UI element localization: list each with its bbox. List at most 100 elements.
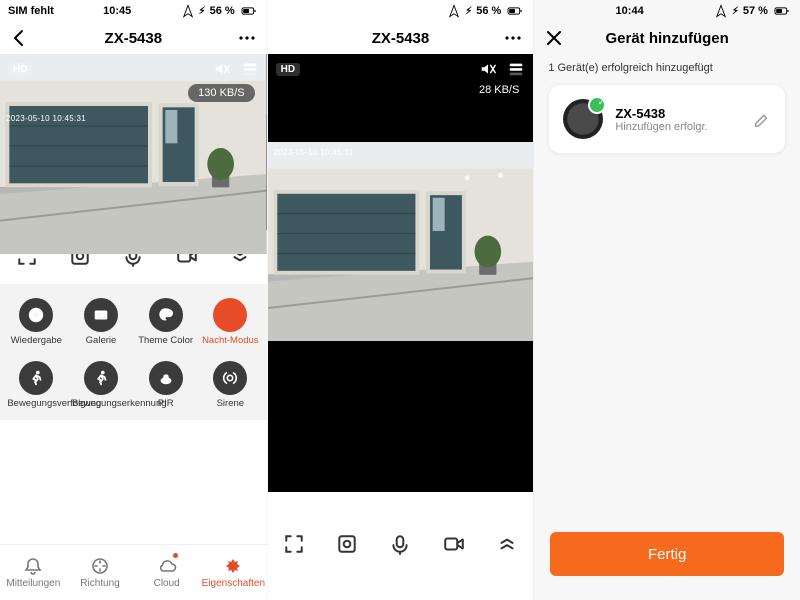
feature-motion-detection[interactable]: Bewegungserkennung	[69, 361, 134, 410]
phone-screen-3: . 10:44 ⚡︎ 57 % Gerät hinzufügen 1 Gerät…	[533, 0, 800, 600]
location-icon	[181, 4, 195, 18]
phone-screen-1: SIM fehlt 10:45 ⚡︎ 56 % ZX-5438 HD 130 K…	[0, 0, 267, 600]
toolbar	[268, 518, 534, 572]
tab-properties[interactable]: Eigenschaften	[200, 545, 267, 600]
record-button[interactable]	[442, 533, 466, 558]
battery-icon	[772, 4, 792, 18]
hd-badge[interactable]: HD	[8, 63, 32, 76]
mute-icon[interactable]	[479, 60, 497, 78]
more-icon[interactable]	[503, 28, 523, 48]
mic-icon	[389, 533, 411, 555]
pir-icon	[157, 369, 175, 387]
bitrate-text: 28 KB/S	[479, 84, 519, 96]
device-card[interactable]: ✓ ZX-5438 Hinzufügen erfolgr.	[548, 84, 786, 154]
camera-feed-image	[268, 142, 534, 341]
page-title: Gerät hinzufügen	[564, 30, 770, 47]
hd-badge[interactable]: HD	[276, 63, 300, 76]
page-title: ZX-5438	[298, 30, 504, 47]
feature-panel: Wiedergabe Galerie Theme Color Nacht-Mod…	[0, 284, 267, 420]
location-icon	[447, 4, 461, 18]
feature-pir-label: PIR	[158, 399, 174, 410]
feature-gallery-label: Galerie	[86, 336, 117, 347]
snapshot-button[interactable]	[335, 533, 359, 558]
fullscreen-icon	[283, 533, 305, 555]
letterbox-top: HD 28 KB/S	[268, 54, 534, 142]
phone-screen-2: . 10:45 ⚡︎ 56 % ZX-5438 HD 28 KB/S 2023-…	[267, 0, 534, 600]
feature-night-mode[interactable]: Nacht-Modus	[198, 298, 263, 347]
record-icon	[443, 533, 465, 555]
expand-icon	[496, 533, 518, 555]
camera-live-view[interactable]: HD 130 KB/S 2023-05-10 10:45:31	[0, 54, 267, 230]
expand-panel-button[interactable]	[495, 533, 519, 558]
status-bar: . 10:44 ⚡︎ 57 %	[534, 0, 800, 22]
done-button-label: Fertig	[648, 546, 686, 563]
tab-notifications-label: Mitteilungen	[6, 578, 60, 589]
feature-playback-label: Wiedergabe	[11, 336, 62, 347]
feature-theme-label: Theme Color	[138, 336, 193, 347]
status-right: ⚡︎ 57 %	[714, 4, 792, 18]
mute-icon[interactable]	[213, 60, 231, 78]
dpad-icon	[90, 556, 110, 576]
osd-timestamp: 2023-05-10 10:45:31	[6, 114, 86, 123]
tab-cloud[interactable]: Cloud	[133, 545, 200, 600]
feature-theme[interactable]: Theme Color	[133, 298, 198, 347]
success-message: 1 Gerät(e) erfolgreich hinzugefügt	[548, 62, 786, 74]
nav-bar: ZX-5438	[0, 22, 267, 54]
status-right: ⚡︎ 56 %	[181, 4, 259, 18]
cloud-icon	[157, 556, 177, 576]
check-icon: ✓	[598, 97, 606, 108]
channel-list-icon[interactable]	[507, 60, 525, 78]
device-thumb: ✓	[563, 99, 603, 139]
osd-timestamp: 2023-05-10 10:45:31	[274, 148, 354, 157]
pencil-icon[interactable]	[753, 110, 771, 128]
more-icon[interactable]	[237, 28, 257, 48]
gallery-icon	[92, 306, 110, 324]
siren-icon	[221, 369, 239, 387]
feature-gallery[interactable]: Galerie	[69, 298, 134, 347]
tab-direction-label: Richtung	[80, 578, 119, 589]
device-name: ZX-5438	[615, 106, 741, 121]
feature-siren-label: Sirene	[217, 399, 244, 410]
tab-notifications[interactable]: Mitteilungen	[0, 545, 67, 600]
battery-label: 56 %	[476, 5, 501, 17]
battery-label: 56 %	[210, 5, 235, 17]
device-subtitle: Hinzufügen erfolgr.	[615, 121, 741, 133]
status-bar: SIM fehlt 10:45 ⚡︎ 56 %	[0, 0, 267, 22]
clock-label: 10:45	[103, 5, 131, 17]
bell-icon	[23, 556, 43, 576]
nav-bar: ZX-5438	[268, 22, 534, 54]
feature-pir[interactable]: PIR	[133, 361, 198, 410]
clock-label: 10:44	[616, 5, 644, 17]
battery-icon	[505, 4, 525, 18]
palette-icon	[157, 306, 175, 324]
page-title: ZX-5438	[30, 30, 237, 47]
feature-track-label: Bewegungsverfolgung	[7, 399, 65, 410]
mic-button[interactable]	[388, 533, 412, 558]
status-right: ⚡︎ 56 %	[447, 4, 525, 18]
properties-icon	[223, 556, 243, 576]
feature-siren[interactable]: Sirene	[198, 361, 263, 410]
done-button[interactable]: Fertig	[550, 532, 784, 576]
status-bar: . 10:45 ⚡︎ 56 %	[268, 0, 534, 22]
play-icon	[27, 306, 45, 324]
battery-icon	[239, 4, 259, 18]
back-icon[interactable]	[10, 28, 30, 48]
carrier-label: SIM fehlt	[8, 5, 54, 17]
tab-cloud-label: Cloud	[154, 578, 180, 589]
battery-label: 57 %	[743, 5, 768, 17]
motion-detect-icon	[92, 369, 110, 387]
feature-detect-label: Bewegungserkennung	[72, 399, 130, 410]
channel-list-icon[interactable]	[241, 60, 259, 78]
location-icon	[714, 4, 728, 18]
letterbox-bottom	[268, 372, 534, 492]
tab-direction[interactable]: Richtung	[67, 545, 134, 600]
tab-cloud-dot	[173, 553, 178, 558]
nav-bar: Gerät hinzufügen	[534, 22, 800, 54]
fullscreen-button[interactable]	[282, 533, 306, 558]
close-icon[interactable]	[544, 28, 564, 48]
feature-motion-tracking[interactable]: Bewegungsverfolgung	[4, 361, 69, 410]
camera-live-view[interactable]: 2023-05-10 10:45:31	[268, 142, 534, 372]
tab-properties-label: Eigenschaften	[202, 578, 265, 589]
feature-playback[interactable]: Wiedergabe	[4, 298, 69, 347]
tab-bar: Mitteilungen Richtung Cloud Eigenschafte…	[0, 544, 267, 600]
